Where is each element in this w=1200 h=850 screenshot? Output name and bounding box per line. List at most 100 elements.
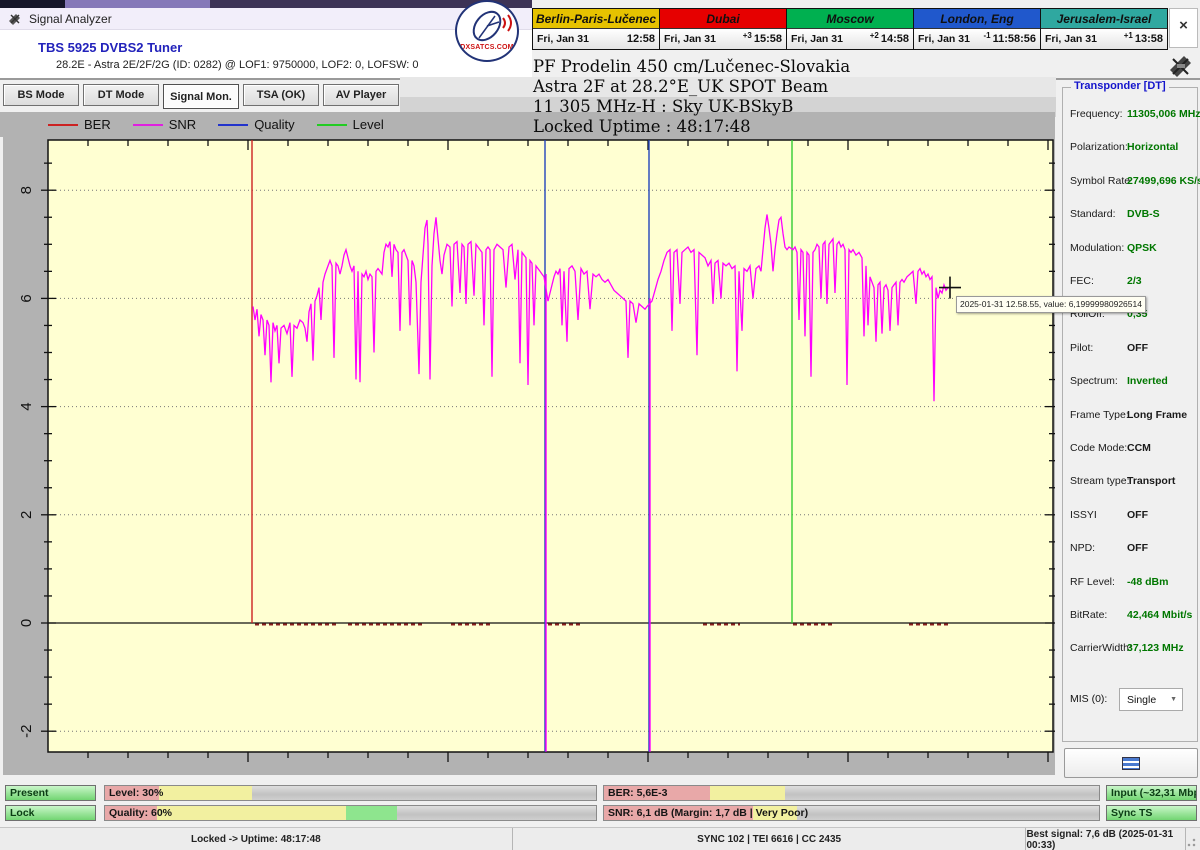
legend-item-quality: Quality <box>218 117 294 132</box>
field-label: BitRate: <box>1070 609 1107 621</box>
indicator-box-present: Present <box>5 785 96 801</box>
legend-line-swatch <box>317 124 347 126</box>
meter-label: SNR: 6,1 dB (Margin: 1,7 dB | Very Poor) <box>608 807 808 819</box>
indicator-box-sync: Sync TS <box>1106 805 1197 821</box>
field-label: FEC: <box>1070 275 1094 287</box>
field-value: DVB-S <box>1127 208 1160 220</box>
mode-button-bar: BS ModeDT ModeSignal Mon.TSA (OK)AV Play… <box>3 84 399 109</box>
indicator-box-lock: Lock <box>5 805 96 821</box>
mis-row: MIS (0): Single ▼ <box>1063 688 1197 712</box>
statusbar-section: SYNC 102 | TEI 6616 | CC 2435 <box>513 828 1027 850</box>
clock-city-label: Berlin-Paris-Lučenec <box>533 9 659 29</box>
mode-button-tsa-ok-[interactable]: TSA (OK) <box>243 84 319 106</box>
legend-label: BER <box>84 117 111 132</box>
transponder-field-row: ISSYIOFF <box>1063 509 1197 527</box>
mode-button-bs-mode[interactable]: BS Mode <box>3 84 79 106</box>
satellite-dish-art-icon <box>459 4 519 48</box>
clock-time-row: Fri, Jan 3112:58 <box>533 29 659 49</box>
legend-label: Quality <box>254 117 294 132</box>
tuner-info-area: TBS 5925 DVBS2 Tuner 28.2E - Astra 2E/2F… <box>0 30 532 78</box>
clock-date: Fri, Jan 31 <box>918 33 983 45</box>
transponder-action-button[interactable] <box>1064 748 1198 778</box>
statusbar-section: Best signal: 7,6 dB (2025-01-31 00:33) <box>1026 828 1186 850</box>
y-axis-label: 6 <box>18 294 35 302</box>
field-label: Spectrum: <box>1070 375 1118 387</box>
clock-cell: Jerusalem-IsraelFri, Jan 31+113:58 <box>1041 9 1167 49</box>
clock-time-row: Fri, Jan 31-111:58:56 <box>914 29 1040 49</box>
transponder-field-row: FEC: 2/3 <box>1063 275 1197 293</box>
background-window-strip <box>65 0 210 8</box>
titlebar: Signal Analyzer <box>0 8 532 30</box>
transponder-panel: Transponder [DT] Frequency:11305,006 MHz… <box>1062 87 1198 742</box>
close-button[interactable]: × <box>1169 8 1198 48</box>
clock-time: 12:58 <box>627 33 655 45</box>
clock-utc-offset: +1 <box>1124 31 1133 40</box>
y-axis-label: 2 <box>18 511 35 519</box>
transponder-field-row: Spectrum: Inverted <box>1063 375 1197 393</box>
clock-utc-offset: +3 <box>743 31 752 40</box>
chart-tooltip: 2025-01-31 12.58.55, value: 6,1999998092… <box>956 296 1146 313</box>
clock-city-label: Jerusalem-Israel <box>1041 9 1167 29</box>
resize-grip[interactable] <box>1186 828 1200 850</box>
clock-time-row: Fri, Jan 31+113:58 <box>1041 29 1167 49</box>
field-value: Long Frame <box>1127 409 1187 421</box>
clock-cell: DubaiFri, Jan 31+315:58 <box>660 9 787 49</box>
statusbar: Locked -> Uptime: 48:17:48SYNC 102 | TEI… <box>0 827 1200 850</box>
field-value: 37,123 MHz <box>1127 642 1184 654</box>
indicator-box-input: Input (~32,31 Mbps) <box>1106 785 1197 801</box>
transponder-field-row: Stream type:Transport <box>1063 475 1197 493</box>
header-line-dish: PF Prodelin 450 cm/Lučenec-Slovakia <box>533 57 850 77</box>
field-value: 27499,696 KS/s <box>1127 175 1200 187</box>
y-axis-label: 4 <box>18 402 35 410</box>
meter-label: Level: 30% <box>109 787 163 799</box>
clock-cell: Berlin-Paris-LučenecFri, Jan 3112:58 <box>533 9 660 49</box>
chevron-down-icon: ▼ <box>1170 696 1177 703</box>
clock-utc-offset: +2 <box>870 31 879 40</box>
transponder-panel-title: Transponder [DT] <box>1071 80 1169 92</box>
field-value: CCM <box>1127 442 1151 454</box>
legend-label: SNR <box>169 117 196 132</box>
clock-city-label: Dubai <box>660 9 786 29</box>
tuner-details: 28.2E - Astra 2E/2F/2G (ID: 0282) @ LOF1… <box>56 59 419 71</box>
legend-item-level: Level <box>317 117 384 132</box>
field-value: OFF <box>1127 542 1148 554</box>
field-label: Modulation: <box>1070 242 1124 254</box>
transponder-field-row: Modulation:QPSK <box>1063 242 1197 260</box>
transponder-field-row: BitRate:42,464 Mbit/s <box>1063 609 1197 627</box>
field-label: Symbol Rate: <box>1070 175 1133 187</box>
mode-button-signal-mon-[interactable]: Signal Mon. <box>163 84 239 109</box>
field-label: Frame Type: <box>1070 409 1129 421</box>
signal-chart[interactable]: 86420-2 <box>3 137 1055 775</box>
meter-fill-zone <box>710 786 784 800</box>
meter-fill-zone <box>346 806 398 820</box>
legend-item-snr: SNR <box>133 117 196 132</box>
clock-date: Fri, Jan 31 <box>537 33 625 45</box>
transponder-field-row: Pilot:OFF <box>1063 342 1197 360</box>
field-value: Inverted <box>1127 375 1168 387</box>
y-axis-label: -2 <box>18 725 35 738</box>
transponder-field-row: RF Level:-48 dBm <box>1063 576 1197 594</box>
mode-button-dt-mode[interactable]: DT Mode <box>83 84 159 106</box>
chart-legend: BER SNR Quality Level <box>0 112 1055 137</box>
mis-label: MIS (0): <box>1070 693 1107 705</box>
legend-label: Level <box>353 117 384 132</box>
clock-time: 15:58 <box>754 33 782 45</box>
meter-level: Level: 30% <box>104 785 597 801</box>
clock-date: Fri, Jan 31 <box>791 33 870 45</box>
meter-quality: Quality: 60% <box>104 805 597 821</box>
transponder-field-row: Frame Type:Long Frame <box>1063 409 1197 427</box>
mode-button-av-player[interactable]: AV Player <box>323 84 399 106</box>
y-axis-label: 0 <box>18 619 35 627</box>
clock-time: 14:58 <box>881 33 909 45</box>
striped-list-icon <box>1122 757 1140 770</box>
header-line-frequency: 11 305 MHz-H : Sky UK-BSkyB <box>533 97 793 117</box>
field-label: NPD: <box>1070 542 1095 554</box>
transponder-field-row: Polarization:Horizontal <box>1063 141 1197 159</box>
plot-area[interactable] <box>48 140 1053 752</box>
meter-label: BER: 5,6E-3 <box>608 787 668 799</box>
clock-time-row: Fri, Jan 31+214:58 <box>787 29 913 49</box>
transponder-field-row: Frequency:11305,006 MHz <box>1063 108 1197 126</box>
field-value: 2/3 <box>1127 275 1142 287</box>
mis-select[interactable]: Single ▼ <box>1119 688 1183 711</box>
window-title: Signal Analyzer <box>29 12 112 26</box>
